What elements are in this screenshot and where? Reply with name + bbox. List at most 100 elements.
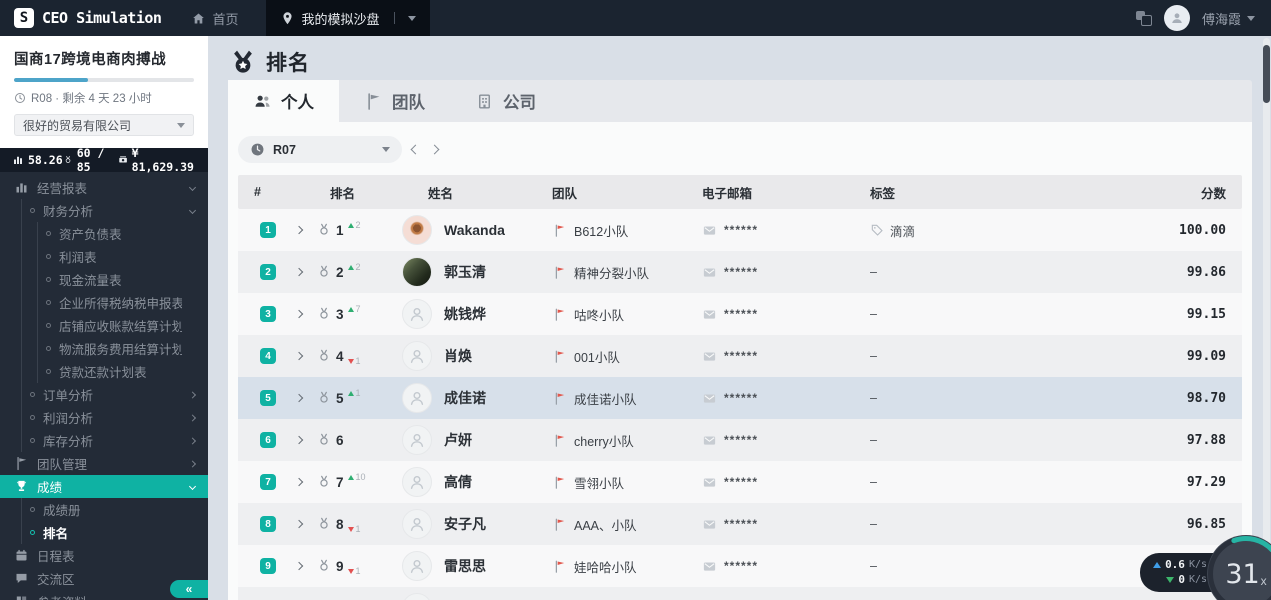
nav-sandbox-label: 我的模拟沙盘 [301,9,379,28]
menu-item-label: 利润分析 [43,408,93,427]
rank-change: 1 [348,388,361,398]
bullet-icon [46,346,51,351]
menu-item-label: 企业所得税纳税申报表 [59,293,182,312]
rank-change: 10 [348,472,366,482]
rank-change-value: 2 [356,220,361,230]
sidebar-item-资产负债表[interactable]: 资产负债表 [0,222,208,245]
tag-value: – [870,265,877,279]
sidebar-collapse-button[interactable]: « [170,580,208,598]
expand-chevron[interactable] [295,436,303,444]
tab-team[interactable]: 团队 [339,80,450,122]
person-icon [1169,10,1185,26]
company-select[interactable]: 很好的贸易有限公司 [14,114,194,136]
user-menu[interactable]: 傅海霞 [1202,9,1255,28]
team-name: cherry小队 [574,431,634,450]
sidebar-item-日程表[interactable]: 日程表 [0,544,208,567]
menu-item-label: 资产负债表 [59,224,122,243]
vertical-scrollbar[interactable] [1263,38,1270,598]
expand-chevron[interactable] [295,394,303,402]
menu-item-label: 库存分析 [43,431,93,450]
chevron-down-icon [177,123,185,128]
sidebar-item-企业所得税纳税申报表[interactable]: 企业所得税纳税申报表 [0,291,208,314]
expand-chevron[interactable] [295,520,303,528]
table-row[interactable]: 4 4 1 肖焕 001小队 ****** – 99.09 [238,335,1242,377]
user-avatar[interactable] [1164,5,1190,31]
tag-icon [870,223,884,237]
expand-chevron[interactable] [295,226,303,234]
expand-chevron[interactable] [295,268,303,276]
menu-item-label: 利润表 [59,247,97,266]
rank-change-arrow-icon [348,527,354,532]
sidebar-item-成绩[interactable]: 成绩 [0,475,208,498]
table-row[interactable]: 3 3 7 姚钱烨 咕咚小队 ****** – 99.15 [238,293,1242,335]
person-icon [407,388,427,408]
sidebar-item-成绩册[interactable]: 成绩册 [0,498,208,521]
company-select-value: 很好的贸易有限公司 [23,117,131,134]
email-masked: ****** [724,559,758,573]
sidebar-item-团队管理[interactable]: 团队管理 [0,452,208,475]
sidebar-item-利润表[interactable]: 利润表 [0,245,208,268]
avatar [402,425,432,455]
nav-home[interactable]: 首页 [177,0,252,36]
person-icon [407,514,427,534]
row-number-badge: 1 [260,222,276,238]
sidebar-item-库存分析[interactable]: 库存分析 [0,429,208,452]
table-row[interactable]: 5 5 1 成佳诺 成佳诺小队 ****** – 98.70 [238,377,1242,419]
tag-value: – [870,559,877,573]
bullet-icon [30,208,35,213]
language-icon[interactable] [1136,10,1152,26]
sidebar-item-物流服务费用结算计划表[interactable]: 物流服务费用结算计划表 [0,337,208,360]
player-name: 高倩 [444,472,472,492]
round-select-value: R07 [273,143,374,157]
sidebar-item-贷款还款计划表[interactable]: 贷款还款计划表 [0,360,208,383]
tab-personal[interactable]: 个人 [228,80,339,122]
sidebar-item-排名[interactable]: 排名 [0,521,208,544]
table-row[interactable]: 2 2 2 郭玉清 精神分裂小队 ****** – 99.86 [238,251,1242,293]
tag-value: 滴滴 [890,221,915,240]
app-brand[interactable]: S CEO Simulation [0,0,177,36]
progress-ring [1207,535,1271,600]
sidebar-item-利润分析[interactable]: 利润分析 [0,406,208,429]
scrollbar-thumb[interactable] [1263,45,1270,103]
page-header: 排名 [208,36,1271,86]
table-row[interactable]: 1 1 2 Wakanda B612小队 ****** 滴滴 100.00 [238,209,1242,251]
table-row[interactable]: 9 9 1 雷思思 娃哈哈小队 ****** – [238,545,1242,587]
floating-percent-ball[interactable]: 31 x [1207,535,1271,600]
rank-change-arrow-icon [348,223,354,228]
rank-change: 1 [348,566,361,576]
previous-round-button[interactable] [411,145,421,155]
table-row[interactable]: 6 6 卢妍 cherry小队 ****** – 97.88 [238,419,1242,461]
table-row[interactable] [238,587,1242,600]
menu-item-label: 订单分析 [43,385,93,404]
expand-chevron[interactable] [295,562,303,570]
chevron-icon [189,437,196,444]
sidebar-item-经营报表[interactable]: 经营报表 [0,176,208,199]
sidebar-item-财务分析[interactable]: 财务分析 [0,199,208,222]
email-icon [702,307,717,322]
sidebar-item-店铺应收账款结算计划表[interactable]: 店铺应收账款结算计划表 [0,314,208,337]
sidebar-item-订单分析[interactable]: 订单分析 [0,383,208,406]
expand-chevron[interactable] [295,310,303,318]
bullet-icon [46,254,51,259]
person-icon [407,346,427,366]
tab-company[interactable]: 公司 [450,80,561,122]
table-row[interactable]: 7 7 10 高倩 雪翎小队 ****** – 97.29 [238,461,1242,503]
next-round-button[interactable] [430,145,440,155]
rank-medal-icon [316,432,332,448]
table-row[interactable]: 8 8 1 安子凡 AAA、小队 ****** – 96.85 [238,503,1242,545]
rank-change-value: 1 [356,566,361,576]
team-name: AAA、小队 [574,515,637,534]
course-card: 国商17跨境电商肉搏战 R08 · 剩余 4 天 23 小时 很好的贸易有限公司 [0,36,208,148]
round-remaining-label: R08 · 剩余 4 天 23 小时 [31,90,152,106]
nav-my-sandbox[interactable]: 我的模拟沙盘 [266,0,430,36]
stat-score-value: 58.26 [28,153,63,167]
expand-chevron[interactable] [295,478,303,486]
map-pin-icon [280,11,295,26]
round-select[interactable]: R07 [238,136,402,163]
expand-chevron[interactable] [295,352,303,360]
sidebar: 国商17跨境电商肉搏战 R08 · 剩余 4 天 23 小时 很好的贸易有限公司… [0,36,208,600]
ranking-table: # 排名 姓名 团队 电子邮箱 标签 分数 1 1 2 Wakanda [238,175,1242,600]
rank-value: 5 [336,391,344,406]
sidebar-item-现金流量表[interactable]: 现金流量表 [0,268,208,291]
tab-personal-label: 个人 [281,89,314,113]
